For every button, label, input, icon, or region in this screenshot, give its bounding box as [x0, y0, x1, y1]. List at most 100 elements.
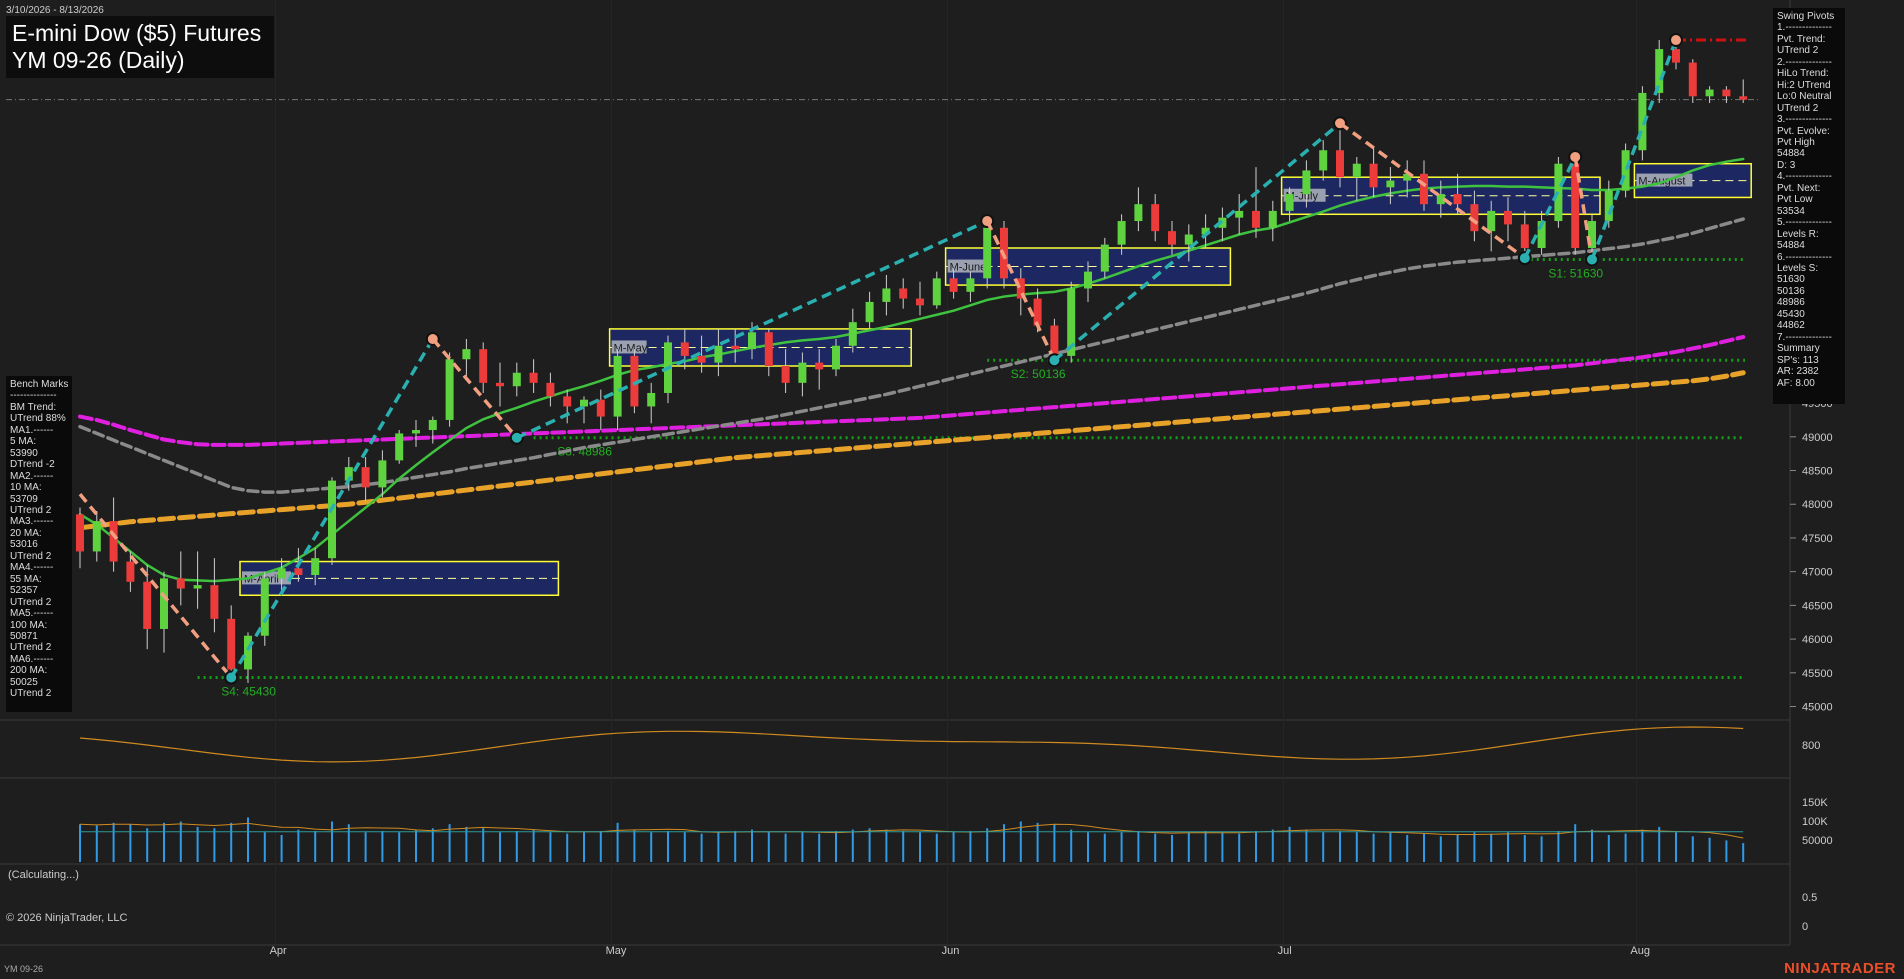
price-tick-label: 46500 [1802, 600, 1833, 612]
candle-body [92, 521, 101, 552]
panel-line: Pvt. Trend: [1777, 33, 1826, 45]
candle-body [1151, 204, 1160, 232]
panel-line: Bench Marks [10, 379, 68, 390]
panel-line: 50871 [10, 630, 38, 642]
panel-line: 6.-------------- [1777, 251, 1832, 263]
monthly-box-label: M-May [614, 342, 648, 354]
candle-body [1168, 231, 1176, 245]
volume-ma-line [79, 822, 1744, 839]
candle-body [731, 345, 740, 350]
instrument-footer: YM 09-26 [4, 964, 44, 974]
panel-line: 3.-------------- [1777, 114, 1832, 126]
candle-body [277, 568, 286, 579]
panel-line: UTrend 2 [1777, 102, 1819, 114]
candle-body [143, 581, 152, 629]
panel-line: AR: 2382 [1777, 366, 1819, 378]
candle-body [76, 514, 84, 552]
candle-body [647, 392, 656, 407]
panel-line: Levels S: [1777, 262, 1819, 274]
candle-body [1252, 210, 1260, 228]
panel-line: MA6.------ [10, 653, 54, 665]
support-label: S1: 51630 [1548, 266, 1603, 280]
candle-body [294, 568, 303, 576]
candle-body [193, 585, 202, 589]
candle-body [949, 278, 958, 292]
panel-line: DTrend -2 [10, 459, 55, 471]
candle-body [529, 372, 538, 383]
bench-marks-panel: Bench Marks -------------- BM Trend: UTrend… [6, 376, 72, 712]
panel-line: Hi:2 UTrend [1777, 79, 1831, 91]
candle-body [445, 359, 454, 420]
candle-body [983, 227, 992, 279]
panel-line: BM Trend: [10, 401, 57, 413]
panel-line: 55 MA: [10, 573, 42, 585]
panel-line: Levels R: [1777, 228, 1819, 240]
support-label: S4: 45430 [221, 685, 276, 699]
panel-line: 2.-------------- [1777, 56, 1832, 68]
panel-line: MA2.------ [10, 470, 54, 482]
candle-body [1672, 49, 1680, 63]
candle-body [1336, 150, 1344, 178]
candle-body [916, 298, 924, 306]
candle-body [109, 521, 118, 562]
atr-tick-label: 800 [1802, 740, 1820, 752]
month-label: Jul [1278, 945, 1292, 957]
candle-body [932, 278, 941, 306]
panel-line: 50136 [1777, 285, 1805, 297]
support-label: S2: 50136 [1011, 367, 1066, 381]
panel-line: 51630 [1777, 274, 1805, 286]
panel-line: 100 MA: [10, 619, 48, 631]
candle-body [496, 382, 504, 387]
month-label: Aug [1630, 945, 1650, 957]
candle-body [546, 382, 555, 397]
candle-body [395, 433, 404, 461]
candle-body [1134, 204, 1143, 222]
candle-body [580, 399, 588, 407]
candle-body [160, 578, 168, 629]
price-tick-label: 49000 [1802, 432, 1833, 444]
candle-body [1117, 221, 1126, 245]
osc-tick-label: 0.5 [1802, 892, 1817, 904]
panel-line: 7.-------------- [1777, 331, 1832, 343]
candle-body [1453, 194, 1462, 205]
monthly-box-label: M-June [950, 262, 987, 274]
candle-body [1504, 210, 1512, 225]
candle-body [1302, 170, 1311, 195]
candle-body [714, 345, 723, 363]
candle-body [1739, 96, 1748, 100]
panel-line: 200 MA: [10, 665, 48, 677]
candle-body [512, 372, 521, 387]
panel-line: Summary [1777, 343, 1820, 355]
candle-body [1235, 210, 1244, 218]
chart-canvas[interactable]: 45000 45500 46000 46500 47000 47500 48000 48500… [0, 0, 1904, 979]
panel-line: 20 MA: [10, 527, 42, 539]
candle-body [865, 301, 874, 323]
candle-body [680, 342, 689, 356]
price-tick-label: 47000 [1802, 567, 1833, 579]
panel-line: HiLo Trend: [1777, 68, 1829, 80]
calculating-status: (Calculating...) [8, 869, 79, 881]
panel-line: 53534 [1777, 205, 1805, 217]
candle-body [176, 578, 185, 589]
candle-body [1386, 180, 1395, 188]
price-tick-label: 46000 [1802, 634, 1833, 646]
candle-body [210, 585, 219, 619]
panel-line: MA4.------ [10, 562, 54, 574]
volume-tick-label: 50000 [1802, 835, 1833, 847]
candle-body [1705, 89, 1714, 97]
panel-line: UTrend 2 [10, 596, 52, 608]
candle-body [899, 288, 908, 299]
price-tick-label: 48500 [1802, 466, 1833, 478]
candle-body [1184, 234, 1193, 245]
candle-body [1369, 163, 1378, 188]
candle-body [462, 349, 471, 360]
candle-body [764, 332, 773, 366]
chart-title: E-mini Dow ($5) Futures YM 09-26 (Daily) [6, 16, 274, 78]
price-tick-label: 45000 [1802, 702, 1833, 714]
candle-body [412, 430, 420, 434]
candle-body [882, 288, 891, 302]
month-label: Apr [270, 945, 287, 957]
atr-line [79, 726, 1744, 763]
candle-body [1621, 150, 1630, 191]
panel-line: 44862 [1777, 320, 1805, 332]
